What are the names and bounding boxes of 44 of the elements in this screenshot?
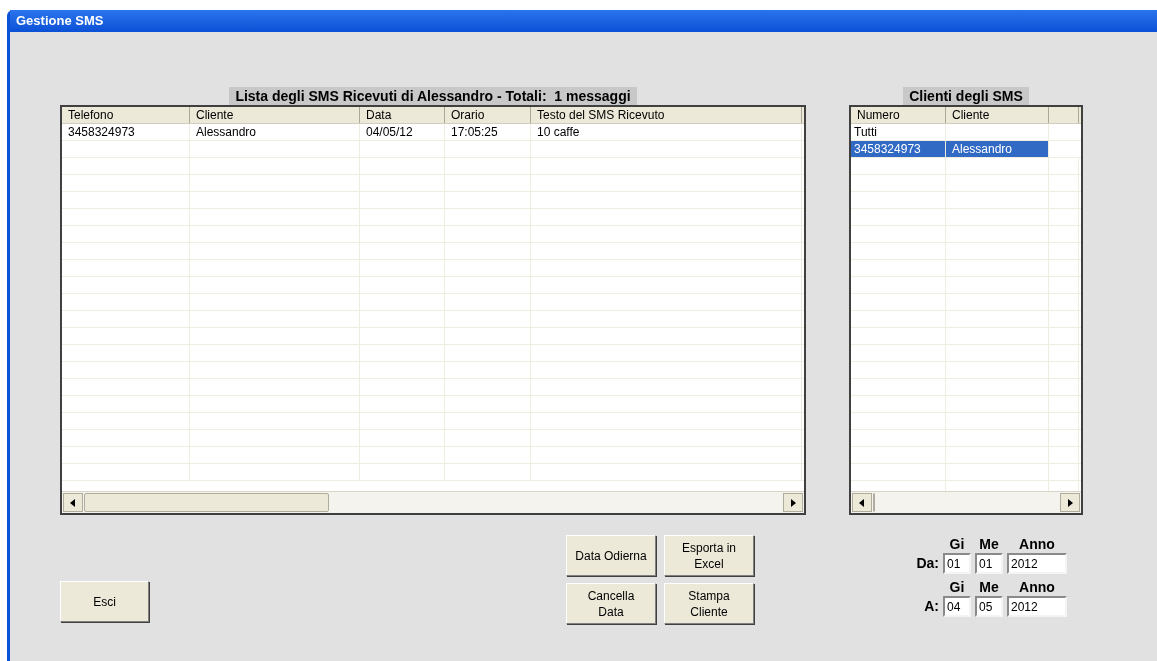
action-button[interactable]: Esci [60,581,149,622]
table-cell: 10 caffe [531,124,802,140]
scroll-left-icon[interactable] [852,493,872,512]
date-part-label: Gi [949,580,965,595]
scroll-right-icon[interactable] [783,493,803,512]
clients-title: Clienti degli SMS [903,87,1029,105]
date-field[interactable]: 04 [943,596,971,617]
date-label: A: [923,597,939,616]
date-field[interactable]: 05 [975,596,1003,617]
date-field[interactable]: 2012 [1007,596,1067,617]
date-part-label: Anno [1019,580,1055,595]
action-button[interactable]: Cancella Data [566,583,656,624]
horizontal-scrollbar[interactable] [851,491,1081,513]
table-cell: 17:05:25 [445,124,531,140]
column-header[interactable]: Data [360,107,445,123]
date-part-label: Anno [1019,537,1055,552]
horizontal-scrollbar[interactable] [62,491,804,513]
action-button[interactable]: Data Odierna [566,535,656,576]
scroll-right-icon[interactable] [1060,493,1080,512]
date-field[interactable]: 01 [975,553,1003,574]
client-row[interactable]: 3458324973 Alessandro [851,141,1081,158]
column-header[interactable]: Telefono [62,107,190,123]
column-header[interactable]: Cliente [190,107,360,123]
date-part-label: Me [979,580,999,595]
date-field[interactable]: 01 [943,553,971,574]
column-header[interactable]: Numero [851,107,946,123]
date-label: Da: [915,554,939,573]
table-cell: 04/05/12 [360,124,445,140]
column-header[interactable]: Cliente [946,107,1049,123]
list-title: Lista degli SMS Ricevuti di Alessandro - Totali: 1 messaggi [229,87,637,105]
date-part-label: Me [979,537,999,552]
action-button[interactable]: Esporta in Excel [664,535,754,576]
action-button[interactable]: Stampa Cliente [664,583,754,624]
table-cell: Tutti [851,124,946,140]
table-cell: Alessandro [190,124,360,140]
table-cell: 3458324973 [851,141,946,157]
scroll-left-icon[interactable] [63,493,83,512]
date-field[interactable]: 2012 [1007,553,1067,574]
window-title: Gestione SMS [10,10,1157,32]
table-cell: 3458324973 [62,124,190,140]
date-part-label: Gi [949,537,965,552]
table-cell: Alessandro [946,141,1049,157]
column-header[interactable]: Testo del SMS Ricevuto [531,107,802,123]
column-header[interactable]: Orario [445,107,531,123]
